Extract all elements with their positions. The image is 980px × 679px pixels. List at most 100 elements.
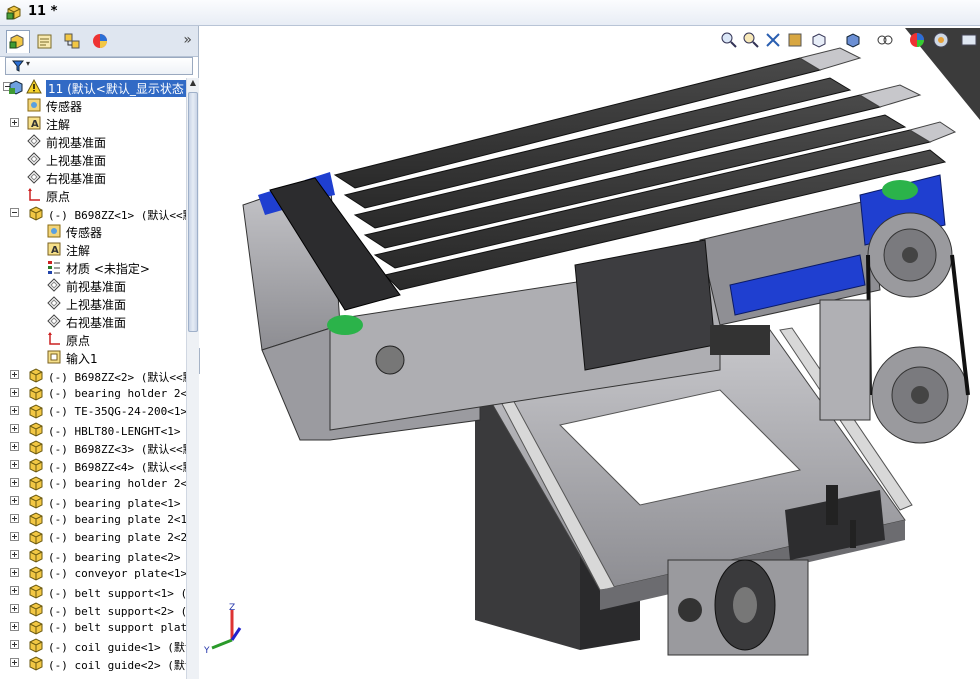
part-icon [29,584,43,599]
tab-display-manager[interactable] [90,31,112,53]
expand-toggle-icon[interactable] [10,604,19,613]
tree-item[interactable]: (-) B698ZZ<4> (默认<<默 [0,456,186,474]
material-icon [48,261,60,274]
tree-item[interactable]: 原点 [0,186,186,204]
tree-item[interactable]: 输入1 [0,348,186,366]
expand-toggle-icon[interactable] [10,460,19,469]
tree-item-label: 右视基准面 [46,172,107,186]
scrollbar-thumb[interactable] [188,92,198,332]
tree-item[interactable]: 材质 <未指定> [0,258,186,276]
section-view-icon[interactable] [786,31,804,49]
part-icon [29,368,43,383]
view-orientation-icon[interactable] [810,31,828,49]
expand-toggle-icon[interactable] [10,586,19,595]
tree-item[interactable]: (-) belt support plate< [0,618,186,636]
tree-item-label: 传感器 [46,100,83,114]
expand-toggle-icon[interactable] [10,658,19,667]
tree-item[interactable]: 上视基准面 [0,150,186,168]
tree-item[interactable]: (-) bearing plate<2> (默 [0,546,186,564]
tree-item[interactable]: 上视基准面 [0,294,186,312]
tab-configuration-manager[interactable] [62,31,84,53]
expand-toggle-icon[interactable] [10,442,19,451]
expand-toggle-icon[interactable] [10,370,19,379]
tree-item[interactable]: 原点 [0,330,186,348]
part-icon [29,548,43,563]
tree-item[interactable]: (-) bearing plate 2<1> [0,510,186,528]
tree-item[interactable]: (-) coil guide<2> (默认 [0,654,186,672]
expand-toggle-icon[interactable] [10,406,19,415]
tree-item-label: 传感器 [66,226,103,240]
tree-item-label: (-) belt support plate< [48,621,186,634]
tree-item-label: (-) HBLT80-LENGHT<1> (默 [48,425,186,438]
part-icon [29,566,43,581]
expand-toggle-icon[interactable] [10,550,19,559]
tree-item[interactable]: (-) belt support<2> (默 [0,600,186,618]
feature-manager-panel: » ▾ 11 (默认<默认_显示状态 传感器 A 注解 前视基准面 上视基准面 右视基准面原… [0,26,199,679]
tree-item[interactable]: 前视基准面 [0,276,186,294]
tree-item[interactable]: (-) B698ZZ<2> (默认<<默 [0,366,186,384]
tree-item[interactable]: 右视基准面 [0,168,186,186]
previous-view-icon[interactable] [764,31,782,49]
tree-item-label: (-) B698ZZ<2> (默认<<默 [48,371,186,384]
expand-toggle-icon[interactable] [10,478,19,487]
tree-item[interactable]: (-) conveyor plate<1> [0,564,186,582]
tree-item-label: (-) bearing holder 2<2> [48,477,186,490]
expand-toggle-icon[interactable] [10,388,19,397]
hide-show-items-icon[interactable] [876,31,894,49]
tree-item[interactable]: (-) TE-35QG-24-200<1> [0,402,186,420]
tree-item[interactable]: (-) bearing holder 2<1> [0,384,186,402]
tree-item[interactable]: 传感器 [0,222,186,240]
tree-item-label: (-) bearing plate<1> (默 [48,497,186,510]
tree-item[interactable]: 右视基准面 [0,312,186,330]
zoom-to-area-icon[interactable] [742,31,760,49]
panel-tabs: » [0,26,198,57]
tab-property-manager[interactable] [34,31,56,53]
part-icon [29,512,43,527]
tree-item[interactable]: (-) HBLT80-LENGHT<1> (默 [0,420,186,438]
origin-icon [28,188,40,201]
tree-item[interactable]: A 注解 [0,240,186,258]
tree-filter-box[interactable]: ▾ [5,57,193,75]
view-settings-icon[interactable] [960,31,978,49]
tree-root-assembly[interactable]: 11 (默认<默认_显示状态 [0,78,186,97]
collapse-toggle-icon[interactable] [10,208,19,217]
import-feature-icon [47,350,61,364]
part-icon [29,404,43,419]
tree-item[interactable]: (-) B698ZZ<1> (默认<<默 [0,204,186,222]
part-icon [29,620,43,635]
zoom-to-fit-icon[interactable] [720,31,738,49]
more-tabs-button[interactable]: » [183,32,192,48]
tree-item[interactable]: 前视基准面 [0,132,186,150]
tree-item[interactable]: (-) bearing holder 2<2> [0,474,186,492]
expand-toggle-icon[interactable] [10,424,19,433]
part-icon [29,440,43,455]
graphics-viewport[interactable]: Z Y [200,26,980,679]
tab-feature-manager[interactable] [6,30,30,53]
part-icon [29,656,43,671]
tree-item[interactable]: (-) bearing plate<1> (默 [0,492,186,510]
property-manager-icon [37,34,52,49]
feature-manager-icon [9,34,24,49]
expand-toggle-icon[interactable] [10,640,19,649]
tree-item[interactable]: A 注解 [0,114,186,132]
tree-scrollbar[interactable]: ▲ [186,78,199,679]
expand-toggle-icon[interactable] [10,514,19,523]
tree-item[interactable]: 传感器 [0,96,186,114]
edit-appearance-icon[interactable] [908,31,926,49]
tree-item[interactable]: (-) coil guide<1> (默认 [0,636,186,654]
expand-toggle-icon[interactable] [10,496,19,505]
display-style-icon[interactable] [844,31,862,49]
expand-toggle-icon[interactable] [10,622,19,631]
part-icon [29,602,43,617]
tree-item[interactable]: (-) bearing plate 2<2> [0,528,186,546]
filter-dropdown-arrow-icon[interactable]: ▾ [26,59,30,68]
tree-item[interactable]: (-) belt support<1> (默认 [0,582,186,600]
tree-item-label: 前视基准面 [46,136,107,150]
expand-toggle-icon[interactable] [10,568,19,577]
expand-toggle-icon[interactable] [10,532,19,541]
tree-item-label: (-) bearing plate 2<1> [48,513,186,526]
apply-scene-icon[interactable] [932,31,950,49]
expand-toggle-icon[interactable] [10,118,19,127]
scroll-up-arrow-icon[interactable]: ▲ [188,78,198,90]
tree-item[interactable]: (-) B698ZZ<3> (默认<<默 [0,438,186,456]
